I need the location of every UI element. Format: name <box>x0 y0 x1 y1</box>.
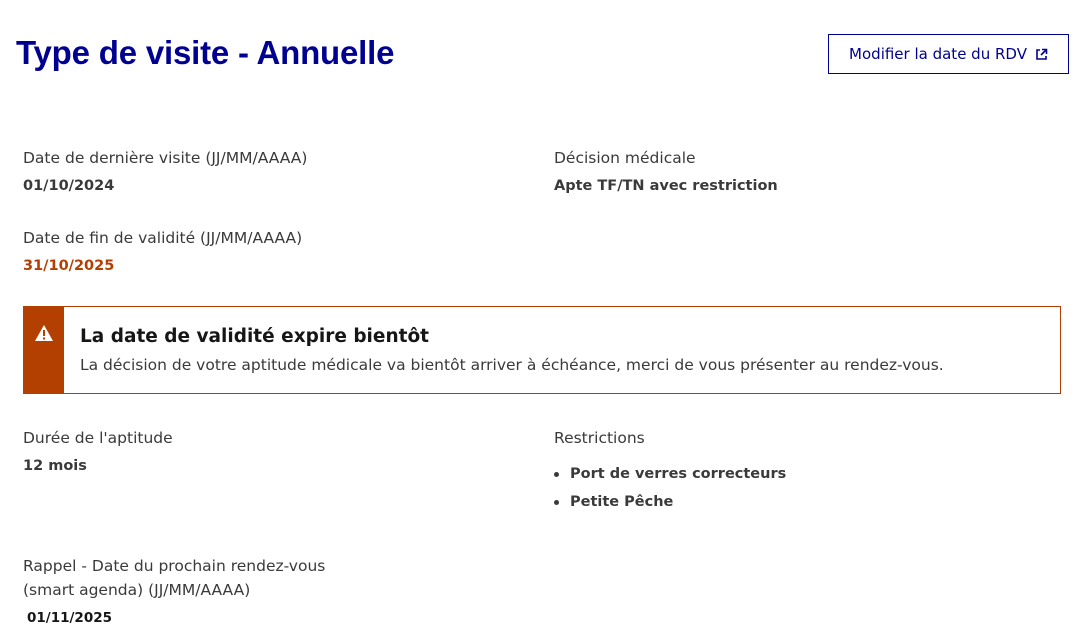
validity-end-value: 31/10/2025 <box>23 258 115 274</box>
next-appointment-label-line2: (smart agenda) (JJ/MM/AAAA) <box>23 581 251 599</box>
restriction-item-label: Port de verres correcteurs <box>570 466 787 482</box>
aptitude-duration-label: Durée de l'aptitude <box>23 429 173 447</box>
alert-text: La décision de votre aptitude médicale v… <box>80 356 944 374</box>
modify-appointment-button[interactable]: Modifier la date du RDV <box>828 34 1069 74</box>
warning-icon <box>34 324 54 393</box>
restrictions-list: Port de verres correcteurs Petite Pêche <box>554 463 786 519</box>
alert-stripe <box>24 307 64 393</box>
bullet-icon <box>554 499 559 505</box>
last-visit-value: 01/10/2024 <box>23 178 115 194</box>
validity-end-label: Date de fin de validité (JJ/MM/AAAA) <box>23 229 303 247</box>
external-link-icon <box>1035 48 1048 61</box>
restrictions-label: Restrictions <box>554 429 645 447</box>
medical-decision-value: Apte TF/TN avec restriction <box>554 178 778 194</box>
list-item: Petite Pêche <box>554 491 786 513</box>
list-item: Port de verres correcteurs <box>554 463 786 485</box>
modify-appointment-label: Modifier la date du RDV <box>849 45 1027 63</box>
alert-title: La date de validité expire bientôt <box>80 326 430 347</box>
validity-warning-alert: La date de validité expire bientôt La dé… <box>23 306 1061 394</box>
restriction-item-label: Petite Pêche <box>570 494 674 510</box>
last-visit-label: Date de dernière visite (JJ/MM/AAAA) <box>23 149 308 167</box>
next-appointment-value: 01/11/2025 <box>27 610 113 626</box>
alert-body: La date de validité expire bientôt La dé… <box>64 307 944 393</box>
bullet-icon <box>554 471 559 477</box>
page-title: Type de visite - Annuelle <box>16 34 395 71</box>
medical-decision-label: Décision médicale <box>554 149 696 167</box>
aptitude-duration-value: 12 mois <box>23 458 87 474</box>
next-appointment-label-line1: Rappel - Date du prochain rendez-vous <box>23 557 326 575</box>
